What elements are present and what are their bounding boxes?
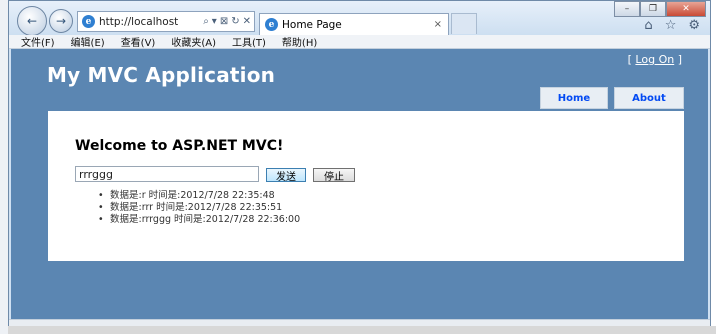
nav-home[interactable]: Home: [540, 87, 608, 109]
favorites-star-icon[interactable]: ☆: [665, 18, 677, 33]
restore-button[interactable]: ❐: [640, 1, 666, 17]
close-window-button[interactable]: ✕: [666, 1, 706, 17]
stop-icon[interactable]: ✕: [243, 16, 251, 27]
browser-window: ← → e http://localhost ⌕ ▾ ⊠ ↻ ✕ e Home …: [8, 0, 711, 327]
message-item: 数据是:rrrggg 时间是:2012/7/28 22:36:00: [98, 214, 300, 226]
ie-tab-icon: e: [265, 18, 278, 31]
close-tab-icon[interactable]: ×: [434, 19, 442, 30]
message-item: 数据是:rrr 时间是:2012/7/28 22:35:51: [98, 202, 300, 214]
back-arrow-icon: ←: [26, 14, 38, 28]
menu-help[interactable]: 帮助(H): [282, 34, 317, 49]
menu-tools[interactable]: 工具(T): [232, 34, 266, 49]
home-icon[interactable]: ⌂: [644, 18, 652, 33]
refresh-icon[interactable]: ↻: [231, 16, 239, 27]
search-icon[interactable]: ⌕: [203, 16, 209, 27]
address-url: http://localhost: [99, 15, 179, 28]
forward-button[interactable]: →: [49, 9, 73, 33]
menu-view[interactable]: 查看(V): [121, 34, 156, 49]
browser-tool-icons: ⌂ ☆ ⚙: [644, 18, 700, 33]
tab-home-page[interactable]: e Home Page ×: [259, 13, 449, 35]
page-heading: Welcome to ASP.NET MVC!: [75, 138, 284, 154]
menu-bar: 文件(F) 编辑(E) 查看(V) 收藏夹(A) 工具(T) 帮助(H): [9, 35, 710, 49]
logon-link[interactable]: Log On: [635, 53, 674, 66]
back-button[interactable]: ←: [17, 6, 47, 36]
message-list: 数据是:r 时间是:2012/7/28 22:35:48 数据是:rrr 时间是…: [98, 190, 300, 226]
window-shadow: [8, 326, 716, 334]
new-tab-button[interactable]: [451, 13, 477, 34]
tab-title: Home Page: [282, 18, 342, 31]
menu-file[interactable]: 文件(F): [21, 34, 55, 49]
menu-edit[interactable]: 编辑(E): [71, 34, 105, 49]
logon-bracket-right: ]: [674, 53, 682, 66]
nav-about[interactable]: About: [614, 87, 684, 109]
message-item: 数据是:r 时间是:2012/7/28 22:35:48: [98, 190, 300, 202]
tools-gear-icon[interactable]: ⚙: [688, 18, 700, 33]
send-button[interactable]: 发送: [266, 168, 306, 183]
window-controls: – ❐ ✕: [614, 1, 706, 17]
browser-toolbar: ← → e http://localhost ⌕ ▾ ⊠ ↻ ✕ e Home …: [9, 1, 710, 36]
menu-favorites[interactable]: 收藏夹(A): [171, 34, 216, 49]
forward-arrow-icon: →: [55, 14, 67, 28]
web-page: My MVC Application [ Log On ] Home About…: [11, 49, 708, 319]
compat-view-icon[interactable]: ⊠: [220, 16, 228, 27]
message-input[interactable]: [75, 166, 259, 182]
site-title: My MVC Application: [47, 63, 276, 87]
stop-button[interactable]: 停止: [313, 168, 355, 183]
main-content: Welcome to ASP.NET MVC! 发送 停止 数据是:r 时间是:…: [48, 111, 684, 261]
logon-area: [ Log On ]: [628, 53, 682, 66]
dropdown-icon[interactable]: ▾: [212, 16, 217, 27]
address-bar[interactable]: e http://localhost ⌕ ▾ ⊠ ↻ ✕: [77, 11, 255, 32]
minimize-button[interactable]: –: [614, 1, 640, 17]
ie-page-icon: e: [82, 15, 95, 28]
